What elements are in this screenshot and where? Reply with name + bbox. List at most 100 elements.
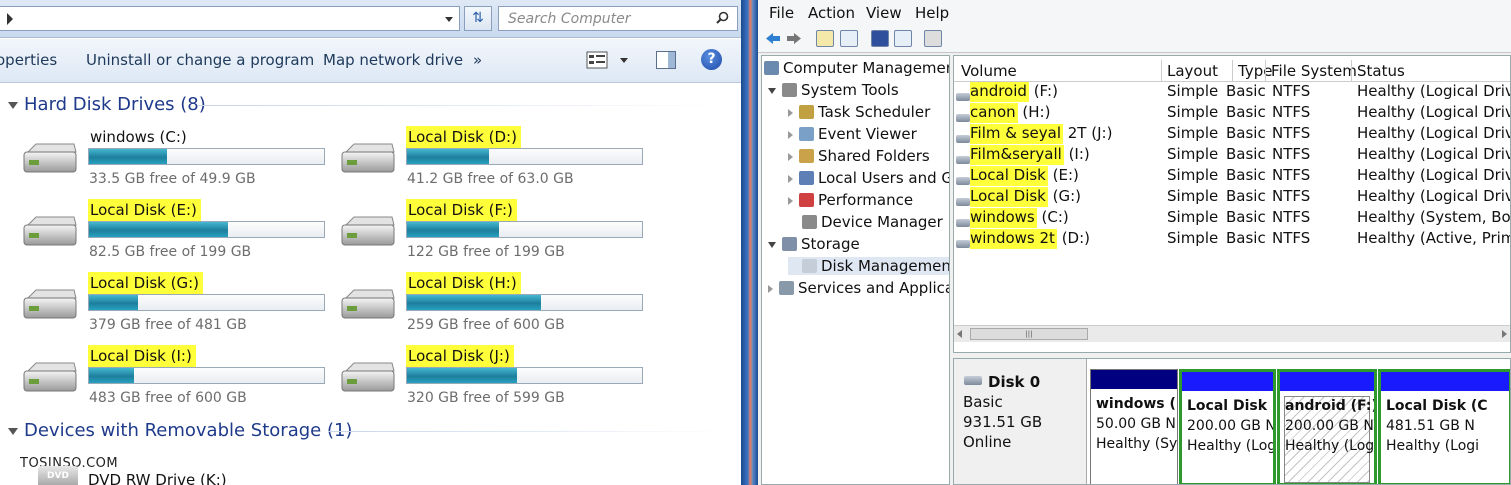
chevron-down-icon[interactable] xyxy=(620,58,628,63)
collapse-arrow-icon[interactable] xyxy=(8,101,18,109)
collapsed-arrow-icon[interactable] xyxy=(788,174,793,183)
collapsed-arrow-icon[interactable] xyxy=(788,108,793,117)
more-commands-button[interactable]: » xyxy=(473,51,482,69)
column-separator[interactable] xyxy=(1351,60,1352,82)
tree-item[interactable]: Device Manager xyxy=(788,213,943,231)
partition-block[interactable]: Local Disk (C 481.51 GB N Healthy (Logi xyxy=(1378,369,1510,484)
column-header-layout[interactable]: Layout xyxy=(1167,62,1218,80)
partition-block[interactable]: windows (50.00 GB N Healthy (Sy xyxy=(1090,369,1178,484)
drive-tile[interactable]: Local Disk (J:) 320 GB free of 599 GB xyxy=(340,345,650,415)
volume-name: canon (H:) xyxy=(970,103,1051,123)
show-hide-tree-icon[interactable] xyxy=(840,30,858,47)
scroll-thumb[interactable]: ||| xyxy=(970,328,1088,340)
column-header-file-system[interactable]: File System xyxy=(1271,62,1357,80)
menu-help[interactable]: Help xyxy=(915,4,949,22)
tree-item[interactable]: Local Users and Gr xyxy=(788,169,949,187)
collapsed-arrow-icon[interactable] xyxy=(768,284,773,293)
volume-row[interactable]: android (F:) Simple Basic NTFS Healthy (Logi… xyxy=(954,82,1510,103)
drive-tile[interactable]: windows (C:) 33.5 GB free of 49.9 GB xyxy=(22,126,332,196)
partition-block[interactable]: android (F:) 200.00 GB NT Healthy (Log xyxy=(1277,369,1377,484)
collapsed-arrow-icon[interactable] xyxy=(788,196,793,205)
capacity-bar xyxy=(88,367,325,384)
scroll-left-icon[interactable] xyxy=(957,330,962,338)
partition-type-bar xyxy=(1280,372,1374,391)
tree-label: Computer Management xyxy=(783,59,950,77)
collapsed-arrow-icon[interactable] xyxy=(788,130,793,139)
volume-row[interactable]: Film&seryall (I:) Simple Basic NTFS Healthy … xyxy=(954,145,1510,166)
tree-item[interactable]: Event Viewer xyxy=(788,125,917,143)
properties-button[interactable]: operties xyxy=(0,51,57,69)
partition-block[interactable]: Local Disk (200.00 GB N Healthy (Log xyxy=(1179,369,1276,484)
help-icon[interactable] xyxy=(871,30,889,47)
collapse-arrow-icon[interactable] xyxy=(8,427,18,435)
dvd-drive-icon[interactable]: DVD xyxy=(38,466,78,485)
tree-item[interactable]: Disk Management xyxy=(788,257,949,275)
search-icon[interactable] xyxy=(716,11,729,24)
partition-type-bar xyxy=(1091,370,1177,389)
back-arrow-icon[interactable] xyxy=(764,30,782,47)
hard-drive-icon xyxy=(23,143,77,173)
chevron-down-icon[interactable] xyxy=(445,17,453,22)
column-separator[interactable] xyxy=(1265,60,1266,82)
collapsed-arrow-icon[interactable] xyxy=(788,152,793,161)
disk-info-panel[interactable]: Disk 0 Basic 931.51 GB Online xyxy=(954,359,1087,484)
volume-layout: Simple xyxy=(1167,229,1219,247)
refresh-button[interactable]: ⇅ xyxy=(464,6,492,31)
drive-tile[interactable]: Local Disk (H:) 259 GB free of 600 GB xyxy=(340,272,650,342)
group-header-hard-disk-drives[interactable]: Hard Disk Drives (8) xyxy=(8,94,728,115)
volume-row[interactable]: windows (C:) Simple Basic NTFS Healthy (Syst… xyxy=(954,208,1510,229)
tree-item[interactable]: Performance xyxy=(788,191,913,209)
volume-type: Basic xyxy=(1226,166,1266,184)
up-folder-icon[interactable] xyxy=(816,30,834,47)
drive-tile[interactable]: Local Disk (G:) 379 GB free of 481 GB xyxy=(22,272,332,342)
column-header-volume[interactable]: Volume xyxy=(961,62,1017,80)
search-box[interactable]: Search Computer xyxy=(498,6,738,31)
breadcrumb-arrow-icon[interactable] xyxy=(7,13,13,25)
column-header-type[interactable]: Type xyxy=(1238,62,1272,80)
menu-file[interactable]: File xyxy=(769,4,794,22)
drive-tile[interactable]: Local Disk (F:) 122 GB free of 199 GB xyxy=(340,199,650,269)
scroll-right-icon[interactable] xyxy=(1502,330,1507,338)
menu-view[interactable]: View xyxy=(866,4,902,22)
drive-tile[interactable]: Local Disk (I:) 483 GB free of 600 GB xyxy=(22,345,332,415)
search-input[interactable]: Search Computer xyxy=(508,11,630,27)
forward-arrow-icon[interactable] xyxy=(785,30,803,47)
drive-tile[interactable]: Local Disk (E:) 82.5 GB free of 199 GB xyxy=(22,199,332,269)
horizontal-scrollbar[interactable]: ||| xyxy=(954,325,1510,342)
expand-arrow-icon[interactable] xyxy=(768,241,776,248)
settings-icon[interactable] xyxy=(924,30,942,47)
tree-item[interactable]: Shared Folders xyxy=(788,147,930,165)
volume-row[interactable]: Local Disk (E:) Simple Basic NTFS Healthy (L… xyxy=(954,166,1510,187)
tree-label: Shared Folders xyxy=(818,147,930,165)
properties-icon[interactable] xyxy=(894,30,912,47)
column-header-status[interactable]: Status xyxy=(1357,62,1405,80)
preview-pane-icon[interactable] xyxy=(656,51,676,69)
drive-tile[interactable]: Local Disk (D:) 41.2 GB free of 63.0 GB xyxy=(340,126,650,196)
drive-free-space: 82.5 GB free of 199 GB xyxy=(89,244,252,260)
volume-row[interactable]: canon (H:) Simple Basic NTFS Healthy (Logica… xyxy=(954,103,1510,124)
partition-type-bar xyxy=(1182,372,1273,391)
address-field[interactable] xyxy=(0,6,460,31)
volume-row[interactable]: windows 2t (D:) Simple Basic NTFS Healthy (A… xyxy=(954,229,1510,250)
group-title: Devices with Removable Storage (1) xyxy=(24,420,353,441)
expand-arrow-icon[interactable] xyxy=(768,87,776,94)
volume-name-highlight: Local Disk xyxy=(970,166,1048,186)
menu-action[interactable]: Action xyxy=(808,4,855,22)
tree-item[interactable]: System Tools xyxy=(768,81,899,99)
column-separator[interactable] xyxy=(1232,60,1233,82)
dvd-drive-label[interactable]: DVD RW Drive (K:) xyxy=(88,471,227,485)
tree-item[interactable]: Storage xyxy=(768,235,860,253)
group-header-removable-storage[interactable]: Devices with Removable Storage (1) xyxy=(8,420,728,441)
volume-status: Healthy (Active, Primar xyxy=(1357,229,1510,247)
map-network-drive-button[interactable]: Map network drive xyxy=(323,51,463,69)
uninstall-program-button[interactable]: Uninstall or change a program xyxy=(86,51,314,69)
column-separator[interactable] xyxy=(1161,60,1162,82)
view-options-icon[interactable] xyxy=(586,51,608,69)
tree-item[interactable]: Computer Management xyxy=(764,59,950,77)
volume-row[interactable]: Local Disk (G:) Simple Basic NTFS Healthy (L… xyxy=(954,187,1510,208)
help-icon[interactable]: ? xyxy=(701,49,722,70)
tree-item[interactable]: Task Scheduler xyxy=(788,103,930,121)
tree-item[interactable]: Services and Applicat xyxy=(768,279,949,297)
volume-row[interactable]: Film & seyal 2T (J:) Simple Basic NTFS Healt… xyxy=(954,124,1510,145)
volume-letter: (H:) xyxy=(1017,103,1051,121)
